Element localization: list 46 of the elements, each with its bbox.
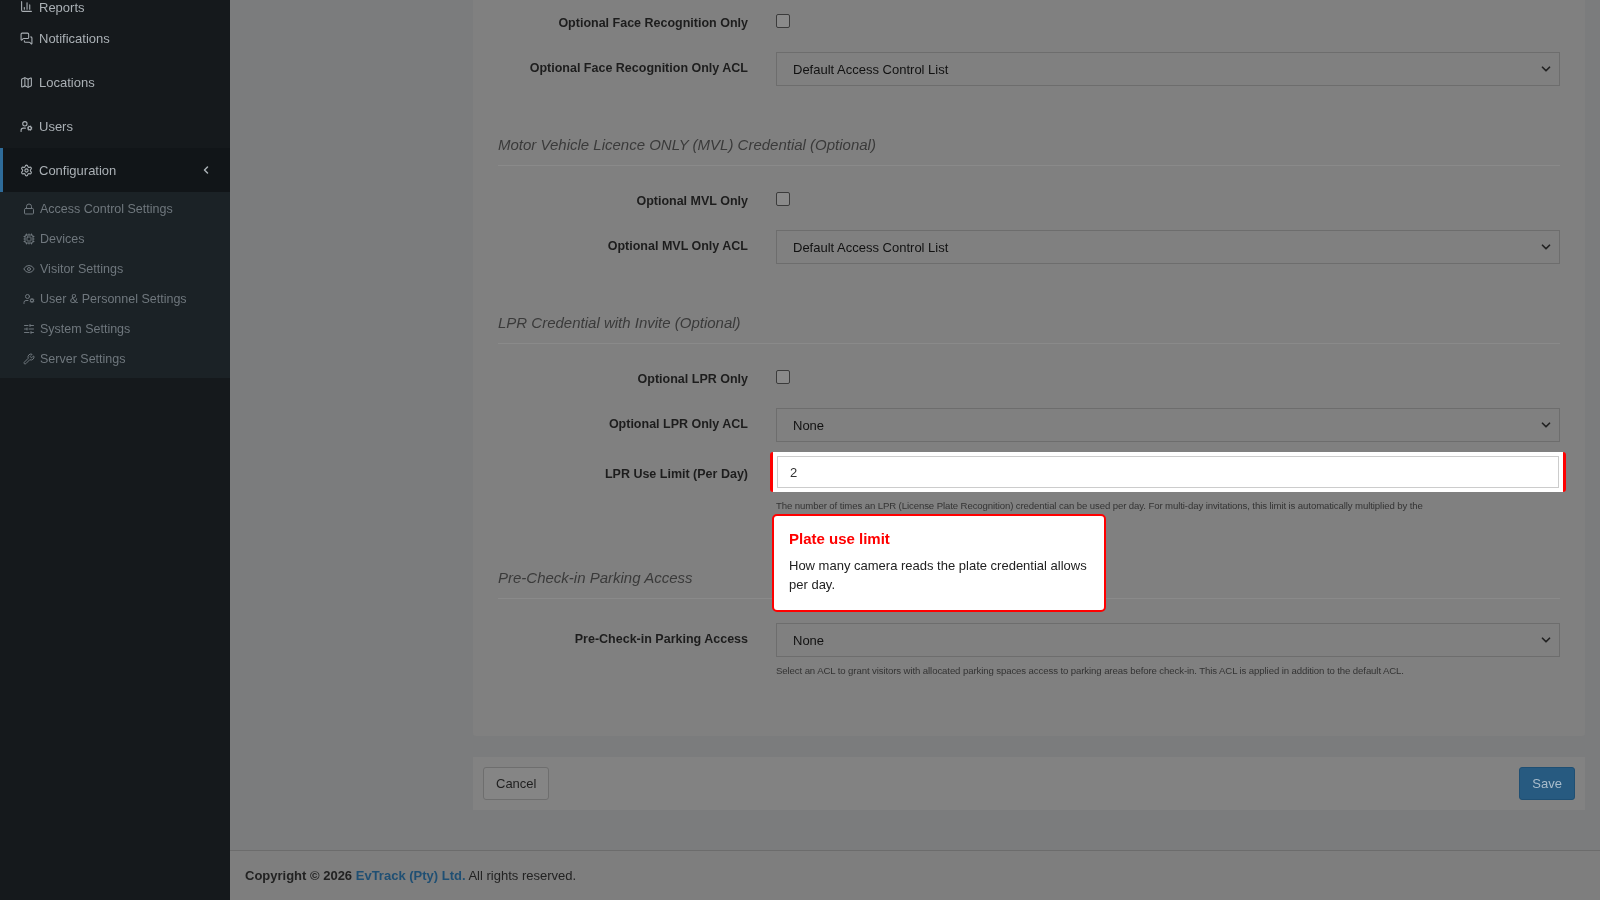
section-title: Motor Vehicle Licence ONLY (MVL) Credential (Optional) [498, 136, 1560, 166]
submenu-item[interactable]: Devices [0, 224, 230, 254]
lock-icon [23, 203, 35, 215]
chat-icon [20, 31, 33, 45]
select-field[interactable]: Default Access Control List [776, 230, 1560, 264]
section-title: LPR Credential with Invite (Optional) [498, 314, 1560, 344]
tooltip-title: Plate use limit [789, 530, 891, 547]
field-label: Optional MVL Only ACL [606, 238, 748, 253]
sidebar-item[interactable]: Notifications [0, 16, 230, 60]
wrench-icon [23, 353, 35, 365]
copyright-text: Copyright © 2026 EvTrack (Pty) Ltd. All rights reserved. [245, 868, 577, 883]
select-field[interactable]: Default Access Control List [776, 52, 1560, 86]
cancel-button[interactable]: Cancel [483, 767, 550, 800]
submenu-item[interactable]: System Settings [0, 314, 230, 344]
help-text: The number of times an LPR (License Plate Recognition) credential can be used per day. For multi-day invitations, this limit is automatically multiplied by the [776, 500, 1424, 511]
eye-icon [23, 263, 35, 275]
field-label: Optional MVL Only [635, 193, 748, 208]
field-label: Optional LPR Only ACL [607, 416, 748, 431]
sidebar-item[interactable]: Configuration [0, 148, 230, 192]
checkbox[interactable] [776, 370, 790, 384]
select-field[interactable]: None [776, 623, 1560, 657]
field-label: Optional LPR Only [636, 371, 748, 386]
chip-icon [23, 233, 35, 245]
sidebar-item[interactable]: Reports [0, 0, 230, 16]
submenu-item[interactable]: Access Control Settings [0, 194, 230, 224]
submenu-item[interactable]: User & Personnel Settings [0, 284, 230, 314]
save-button[interactable]: Save [1519, 767, 1575, 800]
submenu-item[interactable]: Visitor Settings [0, 254, 230, 284]
sidebar-item[interactable]: Locations [0, 60, 230, 104]
field-label: Optional Face Recognition Only ACL [528, 60, 748, 75]
sliders-icon [23, 323, 35, 335]
tooltip-text: How many camera reads the plate credential allows per day. [789, 557, 1088, 594]
checkbox[interactable] [776, 192, 790, 206]
checkbox[interactable] [776, 14, 790, 28]
sidebar-item[interactable]: Users [0, 104, 230, 148]
map-icon [20, 75, 33, 89]
gear-icon [20, 163, 33, 177]
field-label: Optional Face Recognition Only [557, 15, 748, 30]
user-gear-icon [23, 293, 35, 305]
field-label: LPR Use Limit (Per Day) [603, 466, 748, 481]
input-field[interactable]: 2 [777, 456, 1559, 488]
select-field[interactable]: None [776, 408, 1560, 442]
chart-icon [20, 0, 33, 13]
submenu-item[interactable]: Server Settings [0, 344, 230, 374]
user-gear-icon [20, 119, 33, 133]
field-label: Pre-Check-in Parking Access [573, 631, 748, 646]
